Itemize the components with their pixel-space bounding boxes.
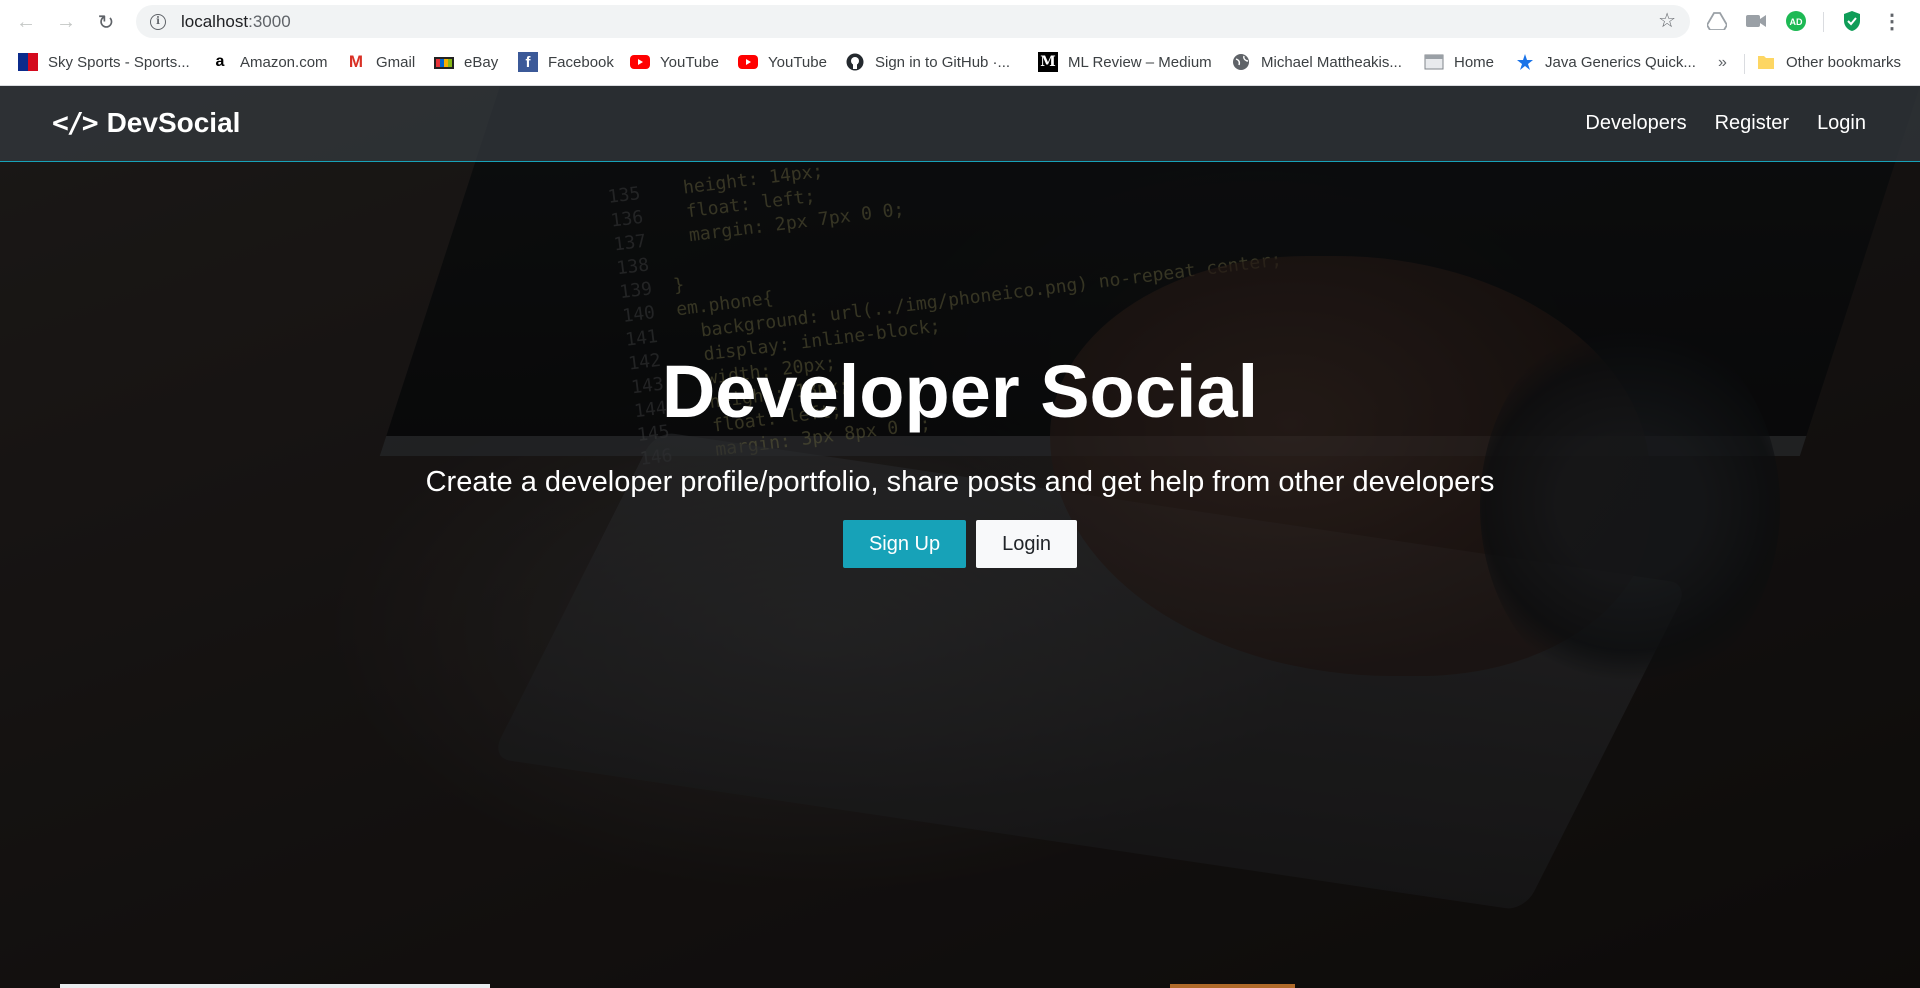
video-extension-icon[interactable] (1745, 10, 1767, 32)
address-url[interactable]: localhost:3000 (181, 12, 291, 32)
bookmarks-bar: Sky Sports - Sports... a Amazon.com M Gm… (0, 44, 1920, 78)
bookmark-label: Sky Sports - Sports... (48, 53, 190, 71)
bookmark-item[interactable]: f Facebook (518, 51, 614, 73)
youtube-icon (630, 52, 650, 72)
medium-icon: M (1038, 52, 1058, 72)
bookmark-item[interactable]: M ML Review – Medium (1038, 51, 1212, 73)
shield-extension-icon[interactable] (1841, 10, 1863, 32)
page-footer-edge (60, 984, 490, 988)
java-icon (1515, 52, 1535, 72)
adblock-extension-icon[interactable]: AD (1785, 10, 1807, 32)
bookmark-label: Michael Mattheakis... (1261, 53, 1402, 71)
bookmark-item[interactable]: Michael Mattheakis... (1231, 51, 1402, 73)
bookmark-item[interactable]: Sign in to GitHub ·... (845, 51, 1010, 73)
forward-icon[interactable]: → (52, 8, 80, 36)
signup-button[interactable]: Sign Up (842, 520, 967, 568)
bookmark-item[interactable]: eBay (434, 51, 498, 73)
hero-buttons: Sign Up Login (0, 520, 1920, 568)
folder-icon (1756, 52, 1776, 72)
toolbar-divider (1823, 12, 1824, 32)
bookmark-label: Home (1454, 53, 1495, 71)
bookmark-label: Facebook (548, 53, 614, 71)
adblock-badge: AD (1790, 17, 1803, 27)
nav-links: Developers Register Login (1585, 112, 1866, 135)
bookmark-label: YouTube (768, 53, 827, 71)
bookmark-item[interactable]: YouTube (630, 51, 719, 73)
site-navbar: </> DevSocial Developers Register Login (0, 86, 1920, 162)
ebay-icon (434, 52, 454, 72)
sky-sports-icon (18, 52, 38, 72)
github-icon (845, 52, 865, 72)
url-host: localhost (181, 11, 249, 31)
bookmark-item[interactable]: a Amazon.com (210, 51, 328, 73)
hero-lead: Create a developer profile/portfolio, sh… (425, 466, 1495, 498)
other-bookmarks[interactable]: Other bookmarks (1756, 51, 1901, 73)
bookmarks-overflow-icon[interactable]: » (1718, 54, 1727, 72)
drive-extension-icon[interactable] (1706, 10, 1728, 32)
url-port: :3000 (248, 11, 291, 31)
browser-chrome: ← → ↻ i localhost:3000 ☆ AD ⋮ Sky Sports… (0, 0, 1920, 86)
nav-link-register[interactable]: Register (1715, 112, 1789, 135)
brand-name: DevSocial (106, 106, 241, 138)
globe-icon (1231, 52, 1251, 72)
login-button[interactable]: Login (976, 520, 1078, 568)
bookmark-label: Sign in to GitHub ·... (875, 53, 1011, 71)
other-bookmarks-label: Other bookmarks (1786, 53, 1902, 71)
browser-toolbar: ← → ↻ i localhost:3000 ☆ AD ⋮ (0, 0, 1920, 43)
hero-title: Developer Social (661, 350, 1259, 433)
bookmark-star-icon[interactable]: ☆ (1658, 11, 1676, 31)
youtube-icon (738, 52, 758, 72)
bookmark-item[interactable]: Home (1424, 51, 1494, 73)
browser-menu-icon[interactable]: ⋮ (1881, 10, 1903, 33)
back-icon[interactable]: ← (12, 8, 40, 36)
facebook-icon: f (518, 52, 538, 72)
nav-link-developers[interactable]: Developers (1585, 112, 1686, 135)
bookmark-label: Amazon.com (240, 53, 328, 71)
gmail-icon: M (348, 52, 364, 71)
bookmark-item[interactable]: Sky Sports - Sports... (18, 51, 190, 73)
site-info-icon[interactable]: i (150, 13, 166, 30)
reload-icon[interactable]: ↻ (92, 8, 120, 36)
amazon-icon: a (215, 53, 225, 70)
bookmark-item[interactable]: YouTube (738, 51, 827, 73)
address-bar[interactable]: i localhost:3000 ☆ (136, 5, 1690, 38)
bookmark-label: ML Review – Medium (1068, 53, 1212, 71)
bookmark-label: YouTube (660, 53, 719, 71)
code-icon: </> (52, 106, 99, 139)
bookmarks-divider (1744, 54, 1745, 74)
bookmark-item[interactable]: Java Generics Quick... (1515, 51, 1696, 73)
nav-link-login[interactable]: Login (1817, 112, 1866, 135)
landing-page: 135 height: 14px;136 float: left;137 mar… (0, 86, 1920, 988)
bookmark-label: eBay (464, 53, 499, 71)
page-icon (1424, 52, 1444, 72)
brand-logo[interactable]: </> DevSocial (52, 106, 240, 139)
bookmark-item[interactable]: M Gmail (346, 51, 415, 73)
bookmark-label: Gmail (376, 53, 416, 71)
page-footer-edge (1170, 984, 1295, 988)
bookmark-label: Java Generics Quick... (1545, 53, 1696, 71)
hero-section: Developer Social Create a developer prof… (0, 350, 1920, 568)
